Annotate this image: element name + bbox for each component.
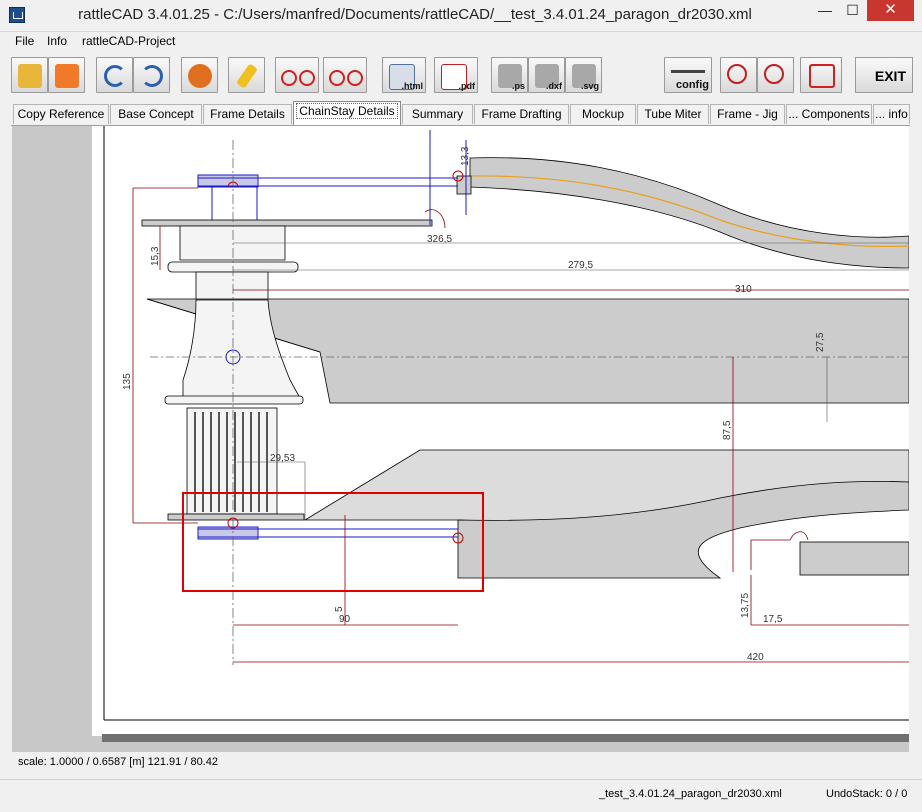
close-button[interactable]: ✕ [867,0,914,21]
dim-310: 310 [735,284,752,295]
bike-render-button[interactable] [181,57,218,93]
status-bar: _test_3.4.01.24_paragon_dr2030.xml UndoS… [0,779,922,804]
zoom-out-icon [727,64,747,84]
export-dxf-button[interactable]: .dxf [528,57,565,93]
tab-frame-drafting[interactable]: Frame Drafting [474,104,569,124]
status-filename: _test_3.4.01.24_paragon_dr2030.xml [599,788,782,800]
maximize-button[interactable]: ☐ [839,0,866,21]
menu-file[interactable]: File [15,34,34,48]
bicycle-wheel-icon [347,70,363,86]
title-bar: rattleCAD 3.4.01.25 - C:/Users/manfred/D… [0,0,922,32]
drawing-canvas[interactable]: 326,5 279,5 310 27,5 87,5 135 15,3 13,3 … [12,126,909,752]
redo-button[interactable] [133,57,170,93]
redo-icon [141,65,163,87]
tab-copy-reference[interactable]: Copy Reference [13,104,109,124]
menu-info[interactable]: Info [47,34,67,48]
zoom-in-button[interactable] [757,57,794,93]
undo-icon [104,65,126,87]
menu-rattlecad-project[interactable]: rattleCAD-Project [82,34,175,48]
menu-bar: File Info rattleCAD-Project [0,31,922,51]
bicycle-icon [281,70,297,86]
config-button[interactable]: config [664,57,712,93]
tab-base-concept[interactable]: Base Concept [110,104,202,124]
tab-frame-jig[interactable]: Frame - Jig [710,104,785,124]
dim-420: 420 [747,652,764,663]
bike-gear-icon [188,64,212,88]
bike-red-button[interactable] [275,57,319,93]
dim-90: 90 [339,614,351,625]
dim-29-53: 29,53 [270,453,295,464]
dim-135: 135 [122,373,133,390]
hub-shell [195,271,269,301]
status-undo-stack: UndoStack: 0 / 0 [826,788,908,800]
tab-info[interactable]: ... info [873,104,910,124]
export-svg-button[interactable]: .svg [565,57,602,93]
zoom-in-icon [764,64,784,84]
sheet-shadow [102,734,909,742]
dim-13-75: 13,75 [740,593,751,618]
chainstay-drawing[interactable]: 326,5 279,5 310 27,5 87,5 135 15,3 13,3 … [12,126,909,752]
dim-87-5: 87,5 [722,420,733,440]
dim-15-3: 15,3 [150,246,161,266]
tab-mockup[interactable]: Mockup [570,104,636,124]
scale-readout: scale: 1.0000 / 0.6587 [m] 121.91 / 80.4… [18,756,218,768]
tab-chainstay-details[interactable]: ChainStay Details [293,101,401,125]
bike-red-mockup-button[interactable] [323,57,367,93]
save-button[interactable] [48,57,85,93]
fit-view-button[interactable] [800,57,842,93]
cassette [186,407,278,515]
bicycle-icon [329,70,345,86]
dim-326-5: 326,5 [427,234,452,245]
slider-icon [671,70,705,73]
minimize-button[interactable]: — [811,0,839,21]
zoom-out-button[interactable] [720,57,757,93]
hub-flange-lower [164,395,304,405]
tab-tube-miter[interactable]: Tube Miter [637,104,709,124]
dropout-tab-upper [456,175,472,195]
pencil-icon [236,63,258,89]
tab-strip: Copy Reference Base Concept Frame Detail… [11,101,910,126]
exit-button[interactable]: EXIT [855,57,913,93]
toolbar: .html .pdf .ps .dxf .svg config EXIT [0,54,922,98]
dim-13-3: 13,3 [460,146,471,166]
tab-summary[interactable]: Summary [402,104,473,124]
undo-button[interactable] [96,57,133,93]
fit-to-window-icon [809,64,835,88]
chainstay-end-block [799,541,909,576]
tab-components[interactable]: ... Components [786,104,872,124]
sharpen-button[interactable] [228,57,265,93]
window-title: rattleCAD 3.4.01.25 - C:/Users/manfred/D… [78,6,752,23]
dim-5: 5 [334,606,345,612]
hub-flange [211,186,258,222]
dim-17-5: 17,5 [763,614,783,625]
dim-279-5: 279,5 [568,260,593,271]
folder-icon [18,64,42,88]
brake-rotor [141,219,433,227]
open-button[interactable] [11,57,48,93]
bicycle-wheel-icon [299,70,315,86]
export-pdf-button[interactable]: .pdf [434,57,478,93]
export-ps-button[interactable]: .ps [491,57,528,93]
tab-frame-details[interactable]: Frame Details [203,104,292,124]
disk-icon [55,64,79,88]
dim-27-5: 27,5 [815,332,826,352]
export-html-button[interactable]: .html [382,57,426,93]
